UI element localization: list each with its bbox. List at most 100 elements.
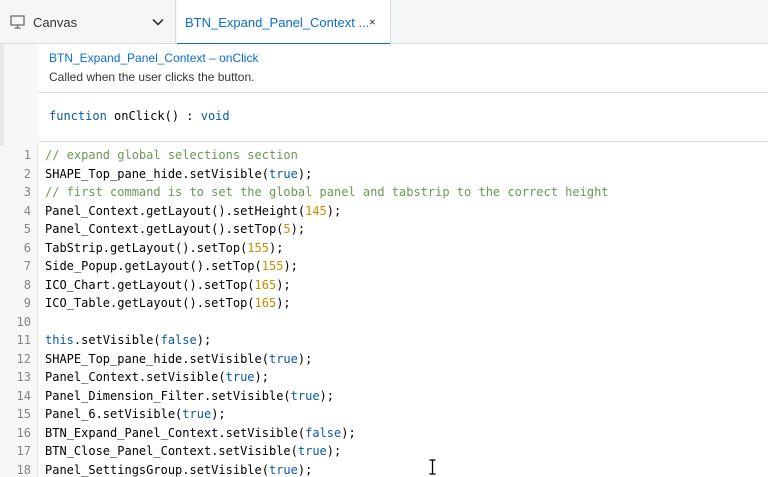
code-line[interactable]: 2 SHAPE_Top_pane_hide.setVisible(true); [0, 164, 768, 184]
code-token: SHAPE_Top_pane_hide.setVisible( [45, 166, 269, 181]
line-number: 10 [0, 312, 38, 331]
code-text[interactable]: Panel_6.setVisible(true); [45, 405, 226, 424]
code-token: ICO_Chart.getLayout().setTop( [45, 277, 255, 292]
code-line[interactable]: 9 ICO_Table.getLayout().setTop(165); [0, 294, 768, 313]
function-doc-panel: BTN_Expand_Panel_Context – onClick Calle… [38, 44, 768, 142]
code-text[interactable]: Panel_Dimension_Filter.setVisible(true); [45, 387, 334, 406]
code-token: .setVisible( [73, 333, 161, 347]
line-number: 12 [0, 349, 38, 368]
close-icon[interactable] [369, 16, 376, 28]
code-line[interactable]: 10 [0, 312, 768, 331]
tab-active-label: BTN_Expand_Panel_Context ... [185, 14, 370, 30]
line-number: 15 [0, 405, 38, 424]
code-token: 145 [305, 203, 327, 218]
code-token: ); [297, 351, 313, 366]
code-line[interactable]: 5 Panel_Context.getLayout().setTop(5); [0, 220, 768, 239]
code-token: ); [276, 296, 291, 310]
code-token: this [45, 333, 74, 347]
code-token: true [182, 407, 212, 421]
code-text[interactable]: Panel_Context.setVisible(true); [45, 368, 269, 387]
chevron-down-icon[interactable] [151, 15, 165, 29]
code-token: ); [276, 277, 291, 292]
line-number: 13 [0, 368, 38, 387]
function-title: BTN_Expand_Panel_Context – onClick [49, 51, 259, 65]
code-token: BTN_Expand_Panel_Context.setVisible( [45, 425, 306, 440]
code-line[interactable]: 13 Panel_Context.setVisible(true); [0, 368, 768, 387]
code-text[interactable]: SHAPE_Top_pane_hide.setVisible(true); [45, 350, 312, 369]
code-text[interactable]: // expand global selections section [45, 146, 298, 165]
line-number: 7 [0, 257, 38, 276]
code-token: BTN_Close_Panel_Context.setVisible( [45, 444, 298, 458]
code-line[interactable]: 7 Side_Popup.getLayout().setTop(155); [0, 257, 768, 276]
code-line[interactable]: 12 SHAPE_Top_pane_hide.setVisible(true); [0, 349, 768, 369]
line-number: 9 [0, 294, 38, 313]
code-text[interactable]: BTN_Close_Panel_Context.setVisible(true)… [45, 442, 341, 461]
tab-canvas[interactable]: Canvas [0, 0, 176, 44]
code-token: 5 [283, 222, 291, 236]
code-token: false [305, 425, 342, 440]
code-token: 155 [247, 240, 269, 255]
code-line[interactable]: 18 Panel_SettingsGroup.setVisible(true); [0, 460, 768, 477]
code-text[interactable]: Panel_Context.getLayout().setHeight(145)… [45, 202, 341, 221]
code-editor[interactable]: 1 // expand global selections section 2 SHA… [0, 146, 768, 477]
code-text[interactable]: // first command is to set the global pa… [45, 183, 609, 202]
code-token: true [268, 462, 298, 477]
code-token: Panel_Context.getLayout().setTop( [45, 222, 284, 236]
code-line[interactable]: 14 Panel_Dimension_Filter.setVisible(true… [0, 386, 768, 406]
code-line[interactable]: 17 BTN_Close_Panel_Context.setVisible(tru… [0, 442, 768, 461]
code-line[interactable]: 16 BTN_Expand_Panel_Context.setVisible(fa… [0, 423, 768, 443]
code-token: ); [196, 333, 212, 347]
code-text[interactable]: this.setVisible(false); [45, 331, 211, 350]
line-number: 18 [0, 460, 38, 477]
code-token: // expand global selections section [45, 148, 298, 162]
code-token: Panel_Context.getLayout().setHeight( [45, 203, 306, 218]
code-token: ); [341, 425, 356, 440]
code-token: 155 [261, 259, 284, 273]
code-text[interactable]: Panel_SettingsGroup.setVisible(true); [45, 461, 312, 477]
code-token: Side_Popup.getLayout().setTop( [45, 259, 262, 273]
function-signature: function onClick() : void [49, 109, 230, 123]
code-token: ); [268, 240, 284, 255]
code-token: SHAPE_Top_pane_hide.setVisible( [45, 351, 269, 366]
code-text[interactable]: Side_Popup.getLayout().setTop(155); [45, 257, 298, 276]
code-token: Panel_Dimension_Filter.setVisible( [45, 388, 291, 403]
line-number: 4 [0, 201, 38, 220]
editor-tab-bar: Canvas BTN_Expand_Panel_Context ... [0, 0, 768, 45]
code-token: ); [254, 370, 269, 384]
code-token: // first command is to set the global pa… [45, 185, 609, 199]
code-token: TabStrip.getLayout().setTop( [45, 240, 248, 255]
code-line[interactable]: 6 TabStrip.getLayout().setTop(155); [0, 238, 768, 258]
code-token: ); [326, 203, 342, 218]
code-line[interactable]: 3 // first command is to set the global p… [0, 183, 768, 202]
code-token: ); [290, 222, 306, 236]
line-number: 8 [0, 275, 38, 294]
code-token: true [297, 444, 327, 458]
code-line[interactable]: 1 // expand global selections section [0, 146, 768, 165]
code-token: ); [283, 259, 298, 273]
code-text[interactable]: SHAPE_Top_pane_hide.setVisible(true); [45, 165, 312, 184]
code-text[interactable]: ICO_Table.getLayout().setTop(165); [45, 294, 291, 313]
code-token: true [225, 370, 255, 384]
line-number: 3 [0, 183, 38, 202]
code-text[interactable]: TabStrip.getLayout().setTop(155); [45, 239, 283, 258]
code-line[interactable]: 4 Panel_Context.getLayout().setHeight(145… [0, 201, 768, 221]
signature-keyword: function [49, 109, 107, 123]
code-line[interactable]: 11 this.setVisible(false); [0, 331, 768, 350]
code-text[interactable]: BTN_Expand_Panel_Context.setVisible(fals… [45, 424, 356, 443]
code-token: true [268, 351, 298, 366]
code-line[interactable]: 8 ICO_Chart.getLayout().setTop(165); [0, 275, 768, 295]
monitor-icon [10, 15, 25, 29]
line-number: 2 [0, 164, 38, 183]
code-text[interactable]: Panel_Context.getLayout().setTop(5); [45, 220, 305, 239]
tab-btn-expand-panel-context[interactable]: BTN_Expand_Panel_Context ... [177, 0, 391, 45]
code-token: ); [326, 444, 342, 458]
code-token: Panel_SettingsGroup.setVisible( [45, 462, 269, 477]
line-number: 11 [0, 331, 38, 350]
code-token: ); [211, 407, 226, 421]
code-token: ); [297, 462, 313, 477]
signature-name: onClick() : [106, 109, 201, 123]
line-number: 14 [0, 386, 38, 405]
code-text[interactable]: ICO_Chart.getLayout().setTop(165); [45, 276, 291, 295]
text-cursor-icon [429, 459, 436, 475]
code-line[interactable]: 15 Panel_6.setVisible(true); [0, 405, 768, 424]
